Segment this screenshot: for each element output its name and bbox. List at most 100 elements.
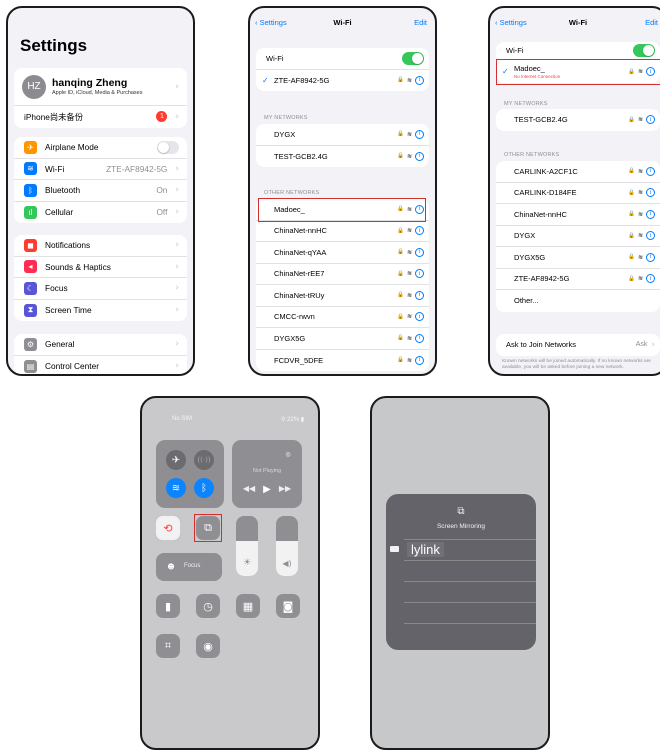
network-name: ChinaNet-nnHC [274, 226, 327, 236]
network-row[interactable]: DYGX5G 🔒 ≋ i [256, 328, 429, 350]
speaker-icon: ◀) [282, 559, 292, 568]
info-icon[interactable]: i [646, 166, 655, 176]
info-icon[interactable]: i [646, 274, 655, 284]
settings-row-wifi[interactable]: ≋ Wi-Fi ZTE-AF8942-5G › [14, 159, 187, 180]
account-group: HZ hanqing Zheng Apple ID, iCloud, Media… [14, 68, 187, 128]
carrier-label: No SIM [172, 416, 193, 422]
airplane-mode-toggle[interactable] [157, 140, 179, 154]
info-icon[interactable]: i [415, 290, 424, 300]
account-name: hanqing Zheng [52, 77, 128, 89]
settings-row-cellular[interactable]: ıl Cellular Off › [14, 202, 187, 224]
network-name: CMCC-rwvn [274, 312, 315, 322]
wifi-toggle[interactable] [402, 51, 424, 65]
info-icon[interactable]: i [646, 115, 655, 125]
info-icon[interactable]: i [415, 129, 424, 139]
ask-to-join-row[interactable]: Ask to Join Networks Ask › [496, 334, 660, 356]
info-icon[interactable]: i [646, 209, 655, 219]
settings-row-bluetooth[interactable]: ᛒ Bluetooth On › [14, 180, 187, 202]
info-icon[interactable]: i [646, 188, 655, 198]
ask-note: Known networks will be joined automatica… [502, 359, 651, 371]
focus-button[interactable]: ☻ Focus [156, 553, 222, 581]
airplay-icon[interactable]: ◎ [282, 448, 294, 460]
settings-row-general[interactable]: ⚙ General › [14, 334, 187, 356]
info-icon[interactable]: i [415, 312, 424, 322]
lock-icon: 🔒 [397, 153, 404, 160]
edit-button[interactable]: Edit [645, 18, 658, 27]
info-icon[interactable]: i [415, 75, 424, 85]
apple-id-row[interactable]: HZ hanqing Zheng Apple ID, iCloud, Media… [14, 68, 187, 106]
info-icon[interactable]: i [646, 252, 655, 262]
play-icon[interactable]: ▶ [263, 484, 271, 495]
info-icon[interactable]: i [646, 231, 655, 241]
orientation-lock-button[interactable]: ⟲ [156, 516, 180, 540]
network-row[interactable]: CARLINK-D184FE 🔒 ≋ i [496, 183, 660, 204]
network-row[interactable]: FCDVR_5DFE 🔒 ≋ i [256, 350, 429, 372]
device-row[interactable]: lylink [386, 540, 536, 558]
wifi-screen: ‹ Settings Wi-Fi Edit Wi-Fi ✓ ZTE-AF8942… [248, 6, 437, 376]
flashlight-button[interactable]: ▮ [156, 594, 180, 618]
notifications-group: ◼ Notifications › ◂ Sounds & Haptics › ☾… [14, 235, 187, 321]
network-row[interactable]: ChinaNet-qYAA 🔒 ≋ i [256, 242, 429, 264]
network-row[interactable]: DYGX 🔒 ≋ i [256, 124, 429, 146]
wifi-signal-icon: ≋ [406, 291, 412, 299]
network-row[interactable]: ChinaNet-rEE7 🔒 ≋ i [256, 264, 429, 285]
wifi-toggle[interactable] [633, 44, 655, 57]
info-icon[interactable]: i [415, 151, 424, 161]
airplane-mode-button[interactable]: ✈ [166, 450, 186, 470]
my-networks-group: TEST-GCB2.4G 🔒 ≋ i [496, 109, 660, 131]
wifi-button[interactable]: ≋ [166, 478, 186, 498]
screen-record-button[interactable]: ◉ [196, 634, 220, 658]
info-icon[interactable]: i [415, 226, 424, 236]
settings-row-control-center[interactable]: ▤ Control Center › [14, 356, 187, 375]
chevron-right-icon: › [175, 305, 179, 316]
calculator-button[interactable]: ▦ [236, 594, 260, 618]
lock-icon: 🔒 [397, 227, 404, 234]
section-header: OTHER NETWORKS [504, 152, 560, 158]
row-label: Cellular [45, 207, 74, 218]
network-row[interactable]: ChinaNet-nnHC 🔒 ≋ i [256, 221, 429, 242]
settings-row-airplane-mode[interactable]: ✈ Airplane Mode [14, 137, 187, 159]
section-header: OTHER NETWORKS [264, 190, 320, 196]
settings-row-notifications[interactable]: ◼ Notifications › [14, 235, 187, 257]
info-icon[interactable]: i [415, 355, 424, 365]
wifi-signal-icon: ≋ [637, 232, 643, 240]
info-icon[interactable]: i [415, 333, 424, 343]
chevron-right-icon: › [175, 339, 179, 350]
sun-icon: ☀ [242, 558, 252, 568]
backup-row[interactable]: iPhone尚未备份 1 › [14, 106, 187, 128]
chevron-right-icon: › [175, 283, 179, 294]
edit-button[interactable]: Edit [414, 18, 427, 27]
wifi-connected-screen: ‹ Settings Wi-Fi Edit Wi-Fi ✓ Madoec_ No… [488, 6, 660, 376]
network-name: ChinaNet-rEE7 [274, 269, 325, 279]
lock-icon: 🔒 [628, 211, 635, 218]
other-network-row[interactable]: Other... [496, 290, 660, 312]
settings-row-screen-time[interactable]: ⧗ Screen Time › [14, 300, 187, 322]
rewind-icon[interactable]: ◀◀ [243, 484, 255, 495]
wifi-signal-icon: ≋ [406, 152, 412, 160]
network-row[interactable]: CARLINK-A2CF1C 🔒 ≋ i [496, 161, 660, 183]
network-row[interactable]: DYGX5G 🔒 ≋ i [496, 247, 660, 269]
network-row[interactable]: TEST-GCB2.4G 🔒 ≋ i [256, 146, 429, 168]
network-row[interactable]: DYGX 🔒 ≋ i [496, 226, 660, 247]
timer-button[interactable]: ◷ [196, 594, 220, 618]
forward-icon[interactable]: ▶▶ [279, 484, 291, 495]
network-row[interactable]: ChinaNet-nnHC 🔒 ≋ i [496, 204, 660, 226]
network-name: Other... [514, 296, 539, 306]
network-row[interactable]: CMCC-rwvn 🔒 ≋ i [256, 307, 429, 328]
chevron-right-icon: › [175, 111, 179, 122]
volume-slider[interactable]: ◀) [276, 516, 298, 576]
network-row[interactable]: TEST-GCB2.4G 🔒 ≋ i [496, 109, 660, 131]
info-icon[interactable]: i [415, 269, 424, 279]
code-scanner-button[interactable]: ⌗ [156, 634, 180, 658]
bluetooth-button[interactable]: ᛒ [194, 478, 214, 498]
wifi-signal-icon: ≋ [406, 270, 412, 278]
settings-row-focus[interactable]: ☾ Focus › [14, 278, 187, 300]
network-row[interactable]: ✓ ZTE-AF8942-5G 🔒 ≋ i [256, 70, 429, 92]
settings-row-sounds[interactable]: ◂ Sounds & Haptics › [14, 257, 187, 278]
network-row[interactable]: ZTE-AF8942-5G 🔒 ≋ i [496, 269, 660, 290]
brightness-slider[interactable]: ☀ [236, 516, 258, 576]
info-icon[interactable]: i [415, 247, 424, 257]
network-row[interactable]: ChinaNet-tRUy 🔒 ≋ i [256, 285, 429, 307]
cellular-data-button[interactable]: ((·)) [194, 450, 214, 470]
camera-button[interactable]: ◙ [276, 594, 300, 618]
